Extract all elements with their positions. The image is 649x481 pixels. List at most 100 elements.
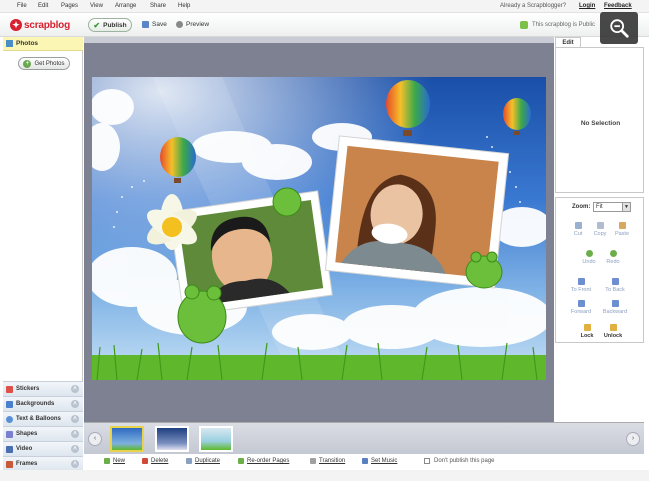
save-label: Save: [152, 21, 167, 28]
redo-label: Redo: [606, 259, 620, 265]
feedback-link[interactable]: Feedback: [604, 3, 632, 9]
lock-button[interactable]: Lock: [574, 324, 600, 339]
scrapblog-logo: ✦ scrapblog: [10, 18, 70, 32]
paste-button[interactable]: Paste: [609, 222, 635, 237]
category-frames[interactable]: Frames ˄: [3, 456, 83, 471]
get-photos-button[interactable]: + Get Photos: [18, 57, 70, 70]
new-page-label: New: [113, 458, 126, 464]
copy-label: Copy: [593, 231, 607, 237]
zoom-select[interactable]: Fit ▼: [593, 202, 631, 212]
redo-arrow-icon: [609, 250, 617, 257]
to-back-button[interactable]: To Back: [602, 278, 628, 293]
category-label: Shapes: [16, 431, 38, 437]
left-panel: Photos + Get Photos Stickers ˄ Backgroun…: [3, 37, 83, 471]
forward-label: Forward: [570, 309, 592, 315]
category-backgrounds[interactable]: Backgrounds ˄: [3, 396, 83, 411]
category-label: Text & Balloons: [16, 416, 61, 422]
menu-share[interactable]: Share: [150, 3, 166, 9]
publish-button[interactable]: ✔ Publish: [88, 18, 132, 32]
menu-bar: File Edit Pages View Arrange Share Help …: [0, 0, 649, 13]
heart-icon: [6, 385, 13, 393]
public-status-icon: [520, 21, 528, 29]
menu-file[interactable]: File: [17, 3, 27, 9]
reorder-icon: [238, 458, 244, 464]
logo-mark-icon: ✦: [10, 19, 22, 31]
eye-icon: [176, 21, 183, 28]
category-shapes[interactable]: Shapes ˄: [3, 426, 83, 441]
category-text-balloons[interactable]: Text & Balloons ˄: [3, 411, 83, 426]
forward-button[interactable]: Forward: [568, 300, 594, 315]
redo-button[interactable]: Redo: [600, 250, 626, 265]
page-actions-bar: New Delete Duplicate Re-order Pages Tran…: [84, 454, 644, 470]
reorder-pages-label: Re-order Pages: [247, 458, 290, 464]
photos-label: Photos: [16, 40, 39, 47]
bring-forward-icon: [577, 300, 585, 307]
save-button[interactable]: Save: [142, 21, 167, 28]
bring-to-front-icon: [577, 278, 585, 285]
to-front-button[interactable]: To Front: [568, 278, 594, 293]
page-thumbnail-3[interactable]: [199, 426, 233, 452]
publish-label: Publish: [103, 21, 127, 29]
unlock-button[interactable]: Unlock: [600, 324, 626, 339]
delete-page-button[interactable]: Delete: [142, 458, 168, 464]
menu-edit[interactable]: Edit: [38, 3, 48, 9]
menu-help[interactable]: Help: [178, 3, 190, 9]
lock-label: Lock: [580, 333, 594, 339]
magnifier-minus-icon: [610, 19, 629, 38]
undo-label: Undo: [582, 259, 596, 265]
backward-label: Backward: [602, 309, 628, 315]
filmstrip-next-button[interactable]: ›: [626, 432, 640, 446]
dont-publish-label: Don't publish this page: [434, 458, 495, 464]
speech-balloon-icon: [6, 415, 13, 423]
undo-button[interactable]: Undo: [576, 250, 602, 265]
undo-arrow-icon: [585, 250, 593, 257]
transition-button[interactable]: Transition: [310, 458, 345, 464]
checkbox-box[interactable]: [424, 458, 430, 464]
magnifier-zoom-out-button[interactable]: [600, 12, 638, 44]
preview-button[interactable]: Preview: [176, 21, 209, 28]
chevron-up-icon: ˄: [71, 415, 79, 423]
menu-pages[interactable]: Pages: [61, 3, 78, 9]
category-label: Video: [16, 446, 33, 452]
music-note-icon: [362, 458, 368, 464]
filmstrip-prev-button[interactable]: ‹: [88, 432, 102, 446]
menu-arrange[interactable]: Arrange: [115, 3, 136, 9]
copy-icon: [596, 222, 604, 229]
reorder-pages-button[interactable]: Re-order Pages: [238, 458, 289, 464]
lock-icon: [583, 324, 591, 331]
send-to-back-icon: [611, 278, 619, 285]
chevron-up-icon: ˄: [71, 385, 79, 393]
frame-icon: [6, 460, 13, 468]
category-label: Backgrounds: [16, 401, 55, 407]
chevron-up-icon: ˄: [71, 430, 79, 438]
get-photos-label: Get Photos: [34, 60, 65, 67]
workspace-ruler: [84, 37, 554, 43]
no-selection-text: No Selection: [580, 120, 621, 127]
shapes-icon: [6, 430, 13, 438]
duplicate-page-label: Duplicate: [195, 458, 221, 464]
page-thumbnail-1[interactable]: [110, 426, 144, 452]
unlock-label: Unlock: [603, 333, 623, 339]
transition-icon: [310, 458, 316, 464]
delete-page-label: Delete: [151, 458, 169, 464]
scrapbook-canvas[interactable]: [92, 77, 546, 380]
check-icon: ✔: [93, 20, 101, 30]
set-music-button[interactable]: Set Music: [362, 458, 397, 464]
new-page-button[interactable]: New: [104, 458, 125, 464]
dont-publish-checkbox[interactable]: Don't publish this page: [424, 458, 495, 464]
category-video[interactable]: Video ˄: [3, 441, 83, 456]
photos-section-header[interactable]: Photos: [3, 37, 83, 51]
to-back-label: To Back: [605, 287, 625, 293]
category-stickers[interactable]: Stickers ˄: [3, 381, 83, 396]
delete-icon: [142, 458, 148, 464]
send-backward-icon: [611, 300, 619, 307]
page-thumbnail-2[interactable]: [155, 426, 189, 452]
duplicate-page-button[interactable]: Duplicate: [186, 458, 220, 464]
menu-view[interactable]: View: [90, 3, 103, 9]
backward-button[interactable]: Backward: [602, 300, 628, 315]
unlock-icon: [609, 324, 617, 331]
logo-text: scrapblog: [24, 19, 70, 31]
duplicate-icon: [186, 458, 192, 464]
tools-panel: Zoom: Fit ▼ Cut Copy Paste Undo Redo To …: [555, 197, 644, 343]
login-link[interactable]: Login: [579, 3, 595, 9]
